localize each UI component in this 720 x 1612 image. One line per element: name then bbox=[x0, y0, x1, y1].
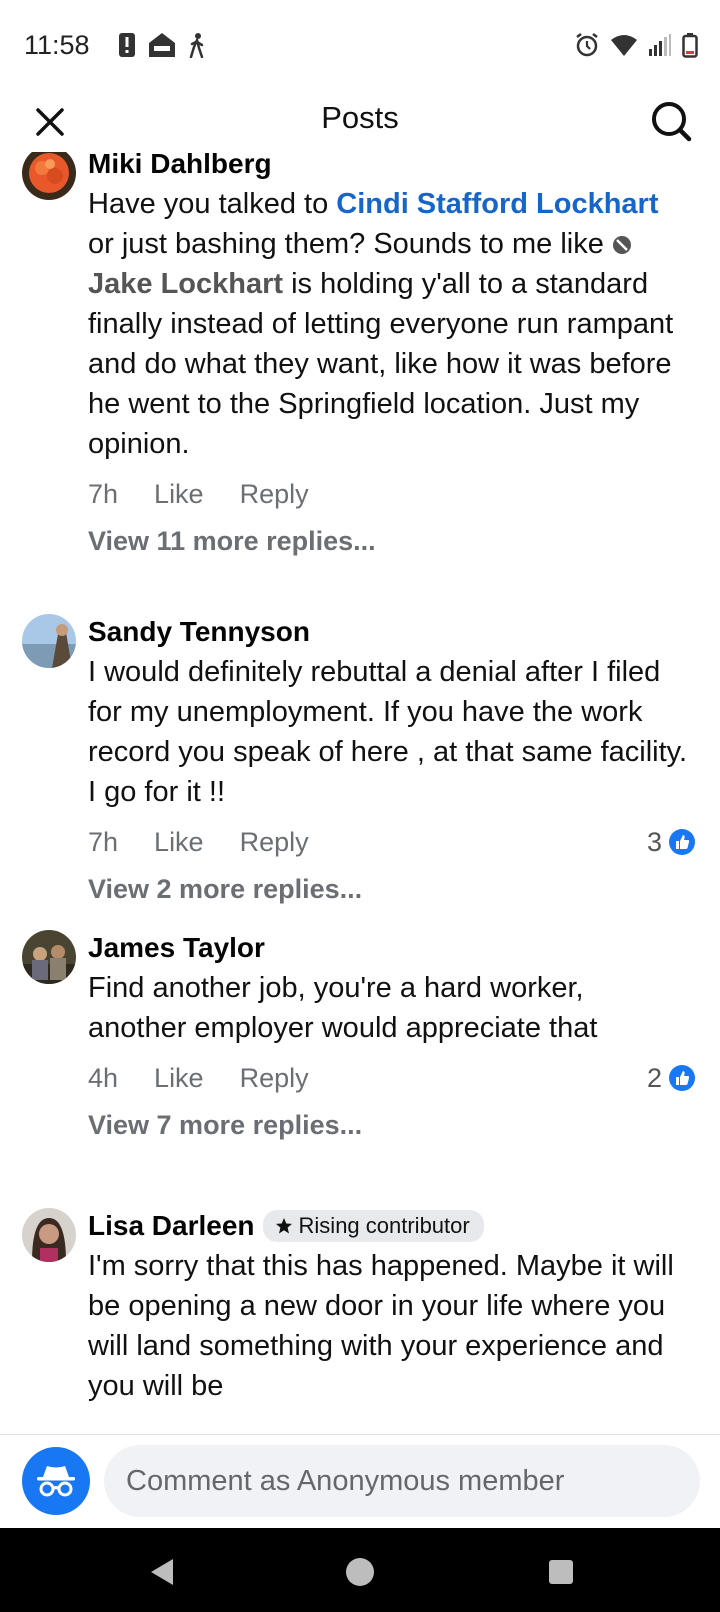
alarm-icon bbox=[574, 32, 600, 63]
comment-author[interactable]: Sandy Tennyson bbox=[88, 616, 310, 648]
avatar[interactable] bbox=[22, 1208, 76, 1262]
like-reaction-icon bbox=[669, 1065, 695, 1091]
comment-text: I'm sorry that this has happened. Maybe … bbox=[88, 1250, 674, 1402]
like-button[interactable]: Like bbox=[154, 1063, 204, 1094]
comment-time: 7h bbox=[88, 478, 119, 509]
avatar[interactable] bbox=[22, 930, 76, 984]
signal-icon bbox=[648, 33, 672, 62]
roku-icon bbox=[148, 32, 176, 63]
star-icon bbox=[275, 1218, 292, 1234]
back-button[interactable] bbox=[144, 1554, 180, 1590]
system-nav-bar bbox=[0, 1528, 720, 1612]
reaction-number: 2 bbox=[646, 1062, 662, 1093]
comment-author[interactable]: Lisa Darleen bbox=[88, 1210, 255, 1242]
comment-text: Have you talked to Cindi Stafford Lockha… bbox=[88, 184, 688, 464]
reply-button[interactable]: Reply bbox=[240, 827, 309, 858]
walk-icon bbox=[188, 32, 206, 63]
reply-button[interactable]: Reply bbox=[240, 479, 309, 510]
blocked-icon bbox=[612, 236, 631, 254]
status-time: 11:58 bbox=[24, 30, 90, 60]
comment-author[interactable]: James Taylor bbox=[88, 932, 265, 964]
battery-icon bbox=[682, 32, 698, 63]
comment-text: Find another job, you're a hard worker, … bbox=[88, 972, 598, 1044]
home-icon bbox=[346, 1558, 374, 1586]
search-icon bbox=[652, 102, 692, 142]
view-more-replies[interactable]: View 2 more replies... bbox=[88, 874, 688, 905]
view-more-replies[interactable]: View 7 more replies... bbox=[88, 1110, 688, 1141]
like-button[interactable]: Like bbox=[154, 479, 204, 510]
home-button[interactable] bbox=[342, 1554, 378, 1590]
alert-icon bbox=[118, 32, 136, 63]
contributor-badge[interactable]: Rising contributor bbox=[262, 1210, 484, 1242]
like-button[interactable]: Like bbox=[154, 827, 204, 858]
like-reaction-icon bbox=[669, 829, 695, 855]
reaction-count[interactable]: 2 bbox=[647, 1063, 696, 1094]
anonymous-avatar[interactable] bbox=[22, 1447, 90, 1515]
search-button[interactable] bbox=[646, 96, 696, 146]
comment-input[interactable] bbox=[104, 1445, 700, 1517]
status-bar: 11:58 bbox=[0, 0, 720, 92]
top-bar: Posts bbox=[0, 92, 720, 152]
text-part: or just bashing them? Sounds to me like bbox=[88, 228, 612, 260]
avatar[interactable] bbox=[22, 614, 76, 668]
recents-button[interactable] bbox=[543, 1554, 579, 1590]
wifi-icon bbox=[610, 33, 638, 62]
comment-author[interactable]: Miki Dahlberg bbox=[88, 152, 272, 180]
reply-button[interactable]: Reply bbox=[240, 1063, 309, 1094]
back-icon bbox=[151, 1559, 173, 1585]
text-part: Have you talked to bbox=[88, 188, 337, 220]
view-more-replies[interactable]: View 11 more replies... bbox=[88, 526, 688, 557]
avatar[interactable] bbox=[22, 152, 76, 200]
reaction-count[interactable]: 3 bbox=[647, 827, 696, 858]
comment-composer bbox=[0, 1434, 720, 1528]
mention-link[interactable]: Cindi Stafford Lockhart bbox=[336, 188, 658, 220]
comment-time: 4h bbox=[88, 1062, 119, 1093]
comment-text: I would definitely rebuttal a denial aft… bbox=[88, 656, 688, 808]
page-title: Posts bbox=[321, 100, 399, 135]
badge-label: Rising contributor bbox=[298, 1213, 470, 1238]
incognito-icon bbox=[37, 1466, 75, 1497]
recents-icon bbox=[549, 1560, 573, 1584]
comment-time: 7h bbox=[88, 826, 119, 857]
mention-name: Jake Lockhart bbox=[88, 268, 284, 300]
comments-feed[interactable]: Miki Dahlberg Have you talked to Cindi S… bbox=[0, 152, 720, 1434]
reaction-number: 3 bbox=[646, 826, 662, 857]
